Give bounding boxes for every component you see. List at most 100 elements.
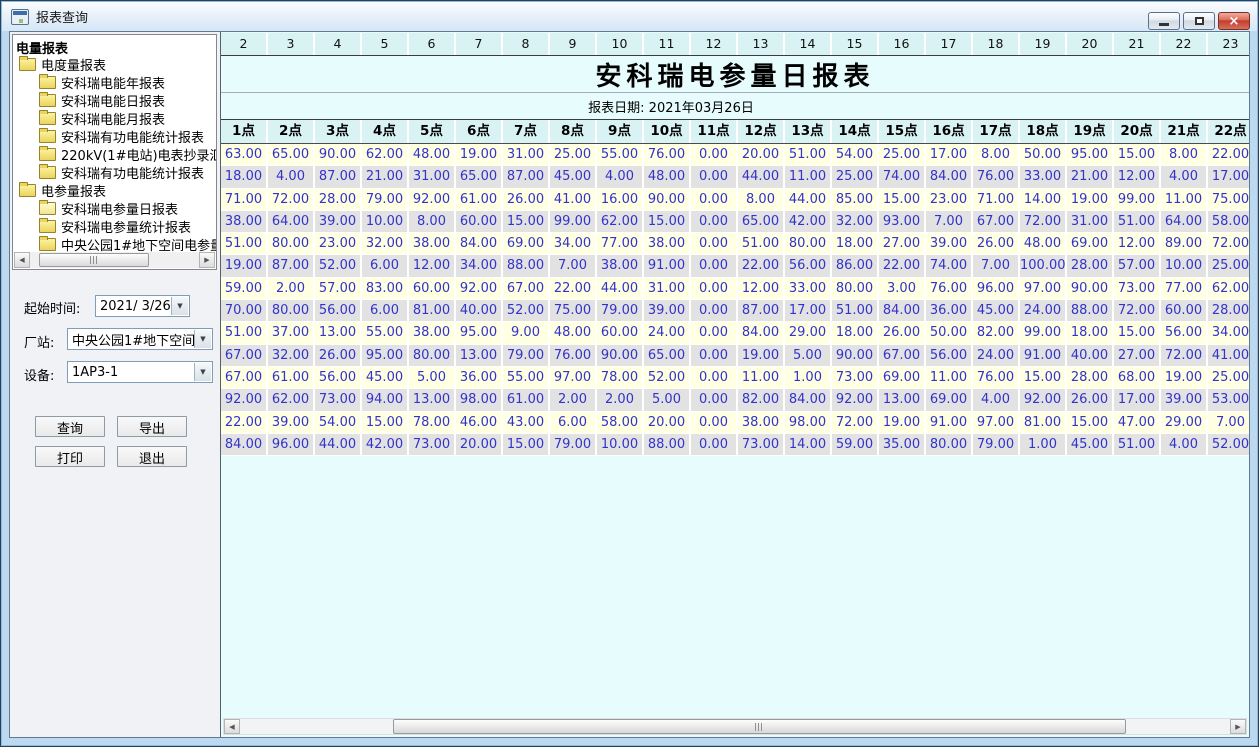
table-cell: 0.00 [691,278,738,299]
tree-item[interactable]: 安科瑞电能年报表 [13,73,216,91]
table-cell: 48.00 [409,144,456,165]
table-cell: 65.00 [456,166,503,187]
table-cell: 76.00 [644,144,691,165]
table-cell: 0.00 [691,233,738,254]
table-cell: 19.00 [879,412,926,433]
table-cell: 16.00 [597,189,644,210]
tree-item[interactable]: 安科瑞电参量统计报表 [13,217,216,235]
query-button[interactable]: 查询 [35,416,105,437]
table-cell: 67.00 [973,211,1020,232]
table-cell: 29.00 [785,322,832,343]
table-cell: 28.00 [1208,300,1249,321]
scroll-right-button[interactable]: ▶ [199,252,215,268]
table-cell: 15.00 [503,211,550,232]
scrollbar-thumb[interactable] [393,719,1126,734]
table-cell: 50.00 [926,322,973,343]
tree-item[interactable]: 安科瑞电能月报表 [13,109,216,127]
scrollbar-thumb[interactable] [39,253,149,267]
chevron-down-icon[interactable]: ▼ [171,297,188,315]
chevron-down-icon[interactable]: ▼ [194,363,211,381]
start-date-picker[interactable]: 2021/ 3/26 ▼ [95,295,190,317]
table-cell: 23.00 [315,233,362,254]
table-cell: 50.00 [1020,144,1067,165]
exit-button[interactable]: 退出 [117,446,187,467]
folder-icon [39,76,56,89]
table-row: 67.0061.0056.0045.005.0036.0055.0097.007… [221,367,1249,389]
table-cell: 2.00 [597,389,644,410]
chevron-down-icon[interactable]: ▼ [194,330,211,348]
window-title: 报表查询 [36,7,88,26]
table-cell: 34.00 [1208,322,1249,343]
table-cell: 8.00 [1161,144,1208,165]
scroll-left-button[interactable]: ◀ [14,252,30,268]
table-cell: 17.00 [1208,166,1249,187]
table-horizontal-scrollbar[interactable]: ◀ ▶ [223,718,1247,735]
table-row: 63.0065.0090.0062.0048.0019.0031.0025.00… [221,144,1249,166]
table-cell: 28.00 [315,189,362,210]
table-cell: 76.00 [973,367,1020,388]
table-cell: 77.00 [1161,278,1208,299]
table-cell: 44.00 [785,189,832,210]
table-cell: 52.00 [1208,434,1249,455]
tree-root-label[interactable]: 电量报表 [13,35,216,55]
table-cell: 36.00 [456,367,503,388]
table-cell: 75.00 [550,300,597,321]
table-cell: 1.00 [785,367,832,388]
tree-item[interactable]: 安科瑞电能日报表 [13,91,216,109]
table-cell: 8.00 [738,189,785,210]
folder-icon [39,238,56,251]
app-window: 报表查询 × 电量报表 电度量报表安科瑞电能年报表安科瑞电能日报表安科瑞电能月报… [0,0,1259,747]
folder-icon [39,94,56,107]
table-cell: 0.00 [691,412,738,433]
tree-item[interactable]: 安科瑞有功电能统计报表 [13,163,216,181]
table-row: 92.0062.0073.0094.0013.0098.0061.002.002… [221,389,1249,411]
hour-header-cell: 11点 [691,120,738,143]
hour-header-cell: 15点 [879,120,926,143]
table-cell: 20.00 [644,412,691,433]
table-cell: 32.00 [362,233,409,254]
table-cell: 11.00 [1161,189,1208,210]
table-cell: 90.00 [597,345,644,366]
table-cell: 97.00 [1020,278,1067,299]
table-cell: 33.00 [785,278,832,299]
table-cell: 6.00 [362,255,409,276]
table-cell: 68.00 [1114,367,1161,388]
tree-item[interactable]: 安科瑞有功电能统计报表 [13,127,216,145]
table-cell: 84.00 [456,233,503,254]
table-cell: 93.00 [879,211,926,232]
minimize-button[interactable] [1148,12,1180,30]
table-cell: 56.00 [785,255,832,276]
table-cell: 82.00 [973,322,1020,343]
table-cell: 63.00 [221,144,268,165]
export-button[interactable]: 导出 [117,416,187,437]
station-select[interactable]: 中央公园1#地下空间 ▼ [67,328,213,350]
tree-item-label: 220kV(1#电站)电表抄录汇总 [61,145,216,163]
close-button[interactable]: × [1218,12,1250,30]
tree-item[interactable]: 电度量报表 [13,55,216,73]
tree-item[interactable]: 中央公园1#地下空间电参量 [13,235,216,253]
device-select[interactable]: 1AP3-1 ▼ [67,361,213,383]
table-cell: 0.00 [691,300,738,321]
tree-horizontal-scrollbar[interactable]: ◀ ▶ [14,252,215,268]
tree-item[interactable]: 安科瑞电参量日报表 [13,199,216,217]
table-cell: 21.00 [362,166,409,187]
scroll-right-button[interactable]: ▶ [1230,719,1246,734]
table-cell: 80.00 [268,300,315,321]
table-cell: 54.00 [832,144,879,165]
table-cell: 79.00 [973,434,1020,455]
table-cell: 51.00 [1114,211,1161,232]
tree-item-label: 安科瑞电能年报表 [61,73,165,91]
hour-header-cell: 18点 [1020,120,1067,143]
table-cell: 2.00 [268,278,315,299]
table-cell: 90.00 [644,189,691,210]
tree-item[interactable]: 电参量报表 [13,181,216,199]
table-cell: 51.00 [785,144,832,165]
print-button[interactable]: 打印 [35,446,105,467]
table-cell: 85.00 [832,189,879,210]
table-cell: 69.00 [503,233,550,254]
table-cell: 58.00 [597,412,644,433]
table-cell: 75.00 [1208,189,1249,210]
maximize-button[interactable] [1183,12,1215,30]
tree-item[interactable]: 220kV(1#电站)电表抄录汇总 [13,145,216,163]
scroll-left-button[interactable]: ◀ [224,719,240,734]
